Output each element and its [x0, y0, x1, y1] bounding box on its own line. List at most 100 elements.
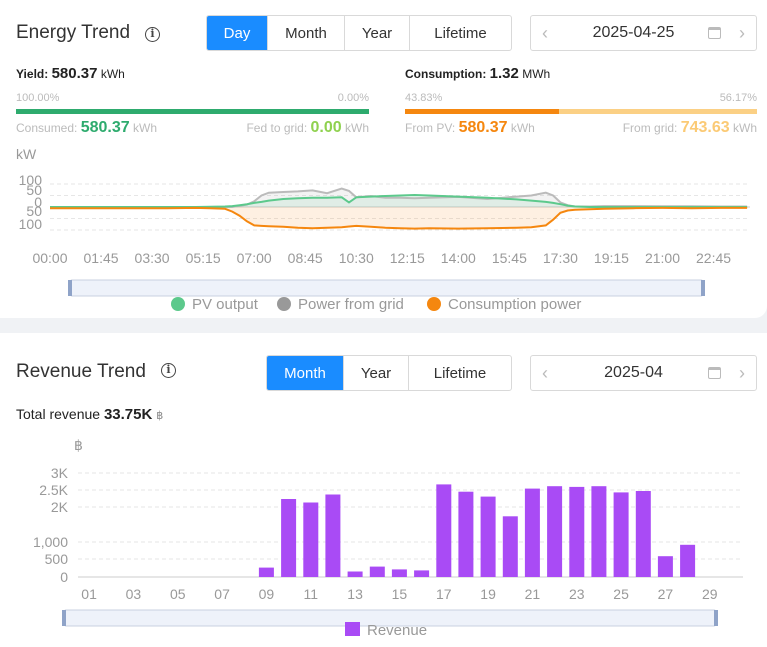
zoom-slider-track	[69, 279, 704, 297]
from-pv-unit: kWh	[510, 121, 535, 135]
revenue-bar	[347, 571, 363, 577]
x-tick-label: 17	[436, 586, 452, 602]
consumption-value: 1.32	[489, 65, 519, 82]
chevron-right-icon[interactable]: ›	[728, 23, 756, 44]
x-tick-label: 12:15	[390, 250, 425, 266]
legend-marker	[427, 297, 441, 311]
from-grid-label: From grid:	[622, 121, 678, 135]
tab-year[interactable]: Year	[344, 356, 409, 390]
revenue-bar	[547, 486, 563, 577]
total-revenue: Total revenue 33.75K ฿	[16, 406, 163, 423]
revenue-bar	[569, 486, 585, 577]
tab-month[interactable]: Month	[267, 356, 344, 390]
consumption-grid-bar	[559, 109, 757, 114]
energy-trend-title: Energy Trend	[16, 22, 131, 43]
x-tick-label: 01	[81, 586, 97, 602]
x-tick-label: 03:30	[135, 250, 170, 266]
revenue-bar	[591, 486, 607, 577]
consumed-stat: Consumed: 580.37 kWh	[16, 119, 157, 137]
revenue-bar-chart: ฿ 3K2.5K2K 1,000500 0 01 03 05 07 09 11 13 15 17 19 21…	[33, 437, 743, 639]
x-tick-label: 00:00	[32, 250, 67, 266]
x-tick-label: 15	[392, 586, 408, 602]
x-tick-label: 10:30	[339, 250, 374, 266]
revenue-bar	[325, 494, 341, 577]
calendar-icon[interactable]	[700, 356, 728, 390]
revenue-date-value[interactable]: 2025-04	[559, 364, 700, 382]
legend-label: Power from grid	[298, 296, 404, 313]
revenue-bar	[613, 492, 629, 577]
x-tick-label: 11	[303, 586, 318, 602]
legend-marker	[171, 297, 185, 311]
x-tick-label: 14:00	[441, 250, 476, 266]
legend-label: Consumption power	[448, 296, 581, 313]
zoom-slider-handle-left	[62, 610, 66, 626]
from-pv-value: 580.37	[458, 119, 508, 136]
tab-lifetime[interactable]: Lifetime	[409, 356, 511, 390]
total-revenue-value: 33.75K	[103, 406, 153, 423]
consumption-right-pct: 56.17%	[719, 92, 757, 104]
revenue-date-picker[interactable]: ‹ 2025-04 ›	[530, 355, 757, 391]
revenue-bar	[436, 484, 452, 577]
x-tick-label: 17:30	[543, 250, 578, 266]
revenue-bar	[635, 491, 651, 577]
tab-year[interactable]: Year	[345, 16, 410, 50]
chevron-left-icon[interactable]: ‹	[531, 363, 559, 384]
fed-label: Fed to grid:	[246, 121, 308, 135]
yield-left-pct: 100.00%	[16, 92, 60, 104]
revenue-bar	[657, 556, 673, 577]
legend-marker	[345, 622, 360, 636]
x-tick-label: 01:45	[84, 250, 119, 266]
y-axis-unit-label: kW	[16, 146, 37, 162]
consumption-left-pct: 43.83%	[405, 92, 443, 104]
info-icon[interactable]: i	[145, 27, 160, 42]
x-tick-label: 13	[347, 586, 363, 602]
tab-day[interactable]: Day	[207, 16, 268, 50]
y-tick-label: 2K	[51, 499, 69, 515]
revenue-bar	[391, 569, 407, 577]
legend-marker	[277, 297, 291, 311]
yield-value: 580.37	[51, 65, 98, 82]
x-tick-label: 05:15	[186, 250, 221, 266]
y-axis-unit-label: ฿	[74, 437, 83, 453]
yield-unit: kWh	[100, 67, 125, 81]
consumed-label: Consumed:	[16, 121, 78, 135]
revenue-bar	[303, 502, 319, 577]
x-tick-label: 23	[569, 586, 585, 602]
energy-line-chart: kW1005005010000:00 01:45 03:30 05:15 07:00 08…	[16, 146, 750, 313]
energy-date-value[interactable]: 2025-04-25	[559, 24, 700, 42]
zoom-slider-handle-left	[68, 280, 72, 296]
revenue-trend-card: Revenue Trend i Month Year Lifetime ‹ 20…	[0, 333, 767, 647]
chevron-right-icon[interactable]: ›	[728, 363, 756, 384]
y-tick-label: 1,000	[33, 534, 68, 550]
revenue-bar	[458, 491, 474, 577]
tab-month[interactable]: Month	[268, 16, 345, 50]
revenue-bar	[414, 570, 430, 577]
fed-value: 0.00	[310, 119, 342, 136]
total-revenue-label: Total revenue	[16, 406, 101, 422]
consumption-label: Consumption:	[405, 67, 487, 81]
energy-period-tabs: Day Month Year Lifetime	[206, 15, 512, 51]
from-grid-value: 743.63	[680, 119, 730, 136]
consumption-pv-bar	[405, 109, 559, 114]
x-tick-label: 08:45	[288, 250, 323, 266]
revenue-trend-title: Revenue Trend	[16, 361, 146, 382]
revenue-bar	[524, 488, 540, 577]
energy-trend-card: Energy Trend i Day Month Year Lifetime ‹…	[0, 0, 767, 318]
y-tick-label: 500	[45, 551, 69, 567]
yield-stat: Yield: 580.37 kWh	[16, 65, 125, 82]
info-icon[interactable]: i	[161, 363, 176, 378]
x-tick-label: 25	[613, 586, 629, 602]
tab-lifetime[interactable]: Lifetime	[410, 16, 511, 50]
x-tick-label: 21	[525, 586, 541, 602]
x-tick-label: 29	[702, 586, 718, 602]
revenue-bar	[369, 566, 385, 577]
energy-date-picker[interactable]: ‹ 2025-04-25 ›	[530, 15, 757, 51]
yield-label: Yield:	[16, 67, 49, 81]
chevron-left-icon[interactable]: ‹	[531, 23, 559, 44]
x-tick-label: 07	[214, 586, 230, 602]
y-tick-label: 100	[19, 216, 43, 232]
x-tick-label: 19:15	[594, 250, 629, 266]
x-tick-label: 03	[126, 586, 142, 602]
calendar-icon[interactable]	[700, 16, 728, 50]
revenue-bar	[480, 496, 496, 577]
